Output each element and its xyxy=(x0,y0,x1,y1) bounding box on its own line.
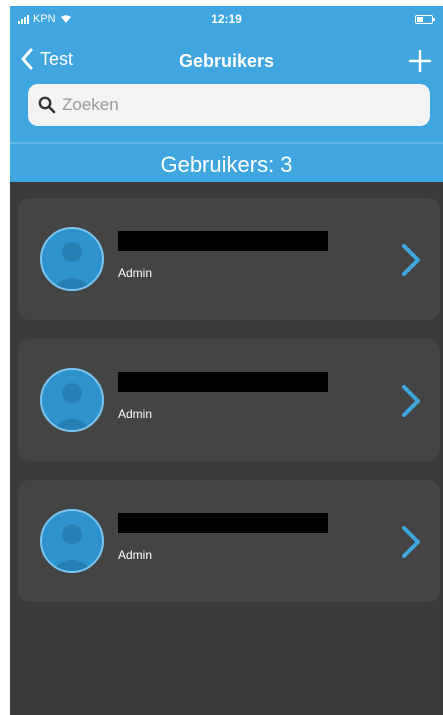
user-list: Admin Admin Admin xyxy=(18,198,440,621)
chevron-left-icon xyxy=(21,48,33,70)
user-card[interactable]: Admin xyxy=(18,198,440,320)
chevron-right-icon xyxy=(402,244,420,276)
search-icon xyxy=(38,96,56,114)
user-role: Admin xyxy=(118,548,153,562)
person-silhouette-icon xyxy=(40,227,104,291)
user-count-label: Gebruikers: 3 xyxy=(160,152,293,177)
user-card[interactable]: Admin xyxy=(18,480,440,602)
chevron-right-icon xyxy=(402,385,420,417)
battery-icon xyxy=(415,15,435,24)
user-role: Admin xyxy=(118,266,153,280)
back-button[interactable]: Test xyxy=(20,48,73,70)
user-name-redacted xyxy=(118,513,328,533)
back-label: Test xyxy=(40,48,74,69)
person-silhouette-icon xyxy=(40,509,104,573)
plus-icon[interactable] xyxy=(407,48,433,74)
user-name-redacted xyxy=(118,372,328,392)
phone-screen: KPN 12:19 Test Gebruikers Gebruikers: 3 xyxy=(10,6,443,715)
person-silhouette-icon xyxy=(40,368,104,432)
status-time: 12:19 xyxy=(211,12,242,26)
chevron-right-icon xyxy=(402,526,420,558)
user-role: Admin xyxy=(118,407,153,421)
search-bar[interactable] xyxy=(28,84,430,126)
user-name-redacted xyxy=(118,231,328,251)
page-title: Gebruikers xyxy=(178,51,275,71)
user-card[interactable]: Admin xyxy=(18,339,440,461)
search-input[interactable] xyxy=(62,90,402,120)
header: KPN 12:19 Test Gebruikers Gebruikers: 3 xyxy=(10,6,443,182)
divider xyxy=(10,142,443,144)
status-bar: KPN 12:19 xyxy=(10,6,443,34)
nav-bar: Test Gebruikers xyxy=(10,42,443,84)
